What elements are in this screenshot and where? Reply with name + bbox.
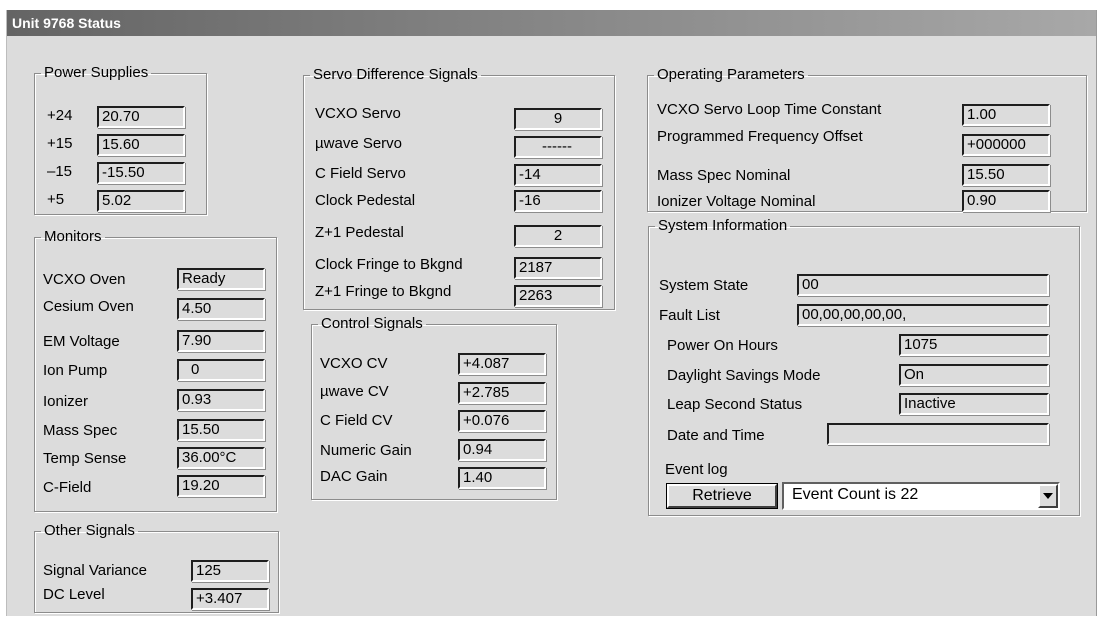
- servo-uwave-label: µwave Servo: [315, 135, 403, 152]
- control-dac-gain-value: 1.40: [458, 467, 546, 489]
- power-neg15-label: –15: [47, 163, 73, 180]
- op-ionizer-voltage-value: 0.90: [962, 190, 1050, 212]
- monitors-legend: Monitors: [44, 228, 102, 245]
- leap-second-value: Inactive: [899, 393, 1049, 415]
- op-loop-time-constant-value: 1.00: [962, 104, 1050, 126]
- control-vcxo-cv-value: +4.087: [458, 353, 546, 375]
- dc-level-label: DC Level: [43, 586, 105, 603]
- window-title: Unit 9768 Status: [7, 10, 1096, 36]
- servo-clock-pedestal-label: Clock Pedestal: [315, 192, 416, 209]
- op-freq-offset-label: Programmed Frequency Offset: [657, 128, 863, 145]
- operating-params-legend: Operating Parameters: [657, 66, 805, 83]
- servo-group: Servo Difference Signals VCXO Servo 9 µw…: [303, 67, 615, 310]
- control-uwave-cv-value: +2.785: [458, 382, 546, 404]
- servo-uwave-value: ------: [514, 136, 602, 158]
- monitor-cesium-oven-value: 4.50: [177, 298, 265, 320]
- monitor-temp-sense-value: 36.00°C: [177, 447, 265, 469]
- signal-variance-value: 125: [191, 560, 269, 582]
- power-24-value: 20.70: [97, 106, 185, 128]
- servo-legend: Servo Difference Signals: [313, 66, 478, 83]
- power-24-label: +24: [47, 107, 73, 124]
- dc-level-value: +3.407: [191, 588, 269, 610]
- unit-status-window: Unit 9768 Status Power Supplies +24 20.7…: [6, 10, 1097, 616]
- power-5-label: +5: [47, 191, 65, 208]
- control-dac-gain-label: DAC Gain: [320, 468, 388, 485]
- power-on-hours-value: 1075: [899, 334, 1049, 356]
- monitor-temp-sense-label: Temp Sense: [43, 450, 127, 467]
- power-15-value: 15.60: [97, 134, 185, 156]
- control-c-field-cv-label: C Field CV: [320, 412, 393, 429]
- servo-z1-fringe-value: 2263: [514, 285, 602, 307]
- servo-z1-pedestal-label: Z+1 Pedestal: [315, 224, 404, 241]
- leap-second-label: Leap Second Status: [667, 396, 803, 413]
- monitor-ion-pump-label: Ion Pump: [43, 362, 108, 379]
- date-time-value: [827, 423, 1049, 445]
- system-info-legend: System Information: [658, 217, 788, 234]
- control-numeric-gain-value: 0.94: [458, 439, 546, 461]
- power-neg15-value: -15.50: [97, 162, 185, 184]
- monitor-ion-pump-value: 0: [177, 359, 265, 381]
- power-5-value: 5.02: [97, 190, 185, 212]
- retrieve-button[interactable]: Retrieve: [666, 483, 778, 509]
- power-supplies-legend: Power Supplies: [44, 64, 149, 81]
- power-supplies-group: Power Supplies +24 20.70 +15 15.60 –15 -…: [34, 65, 207, 215]
- event-count-dropdown[interactable]: Event Count is 22: [782, 482, 1060, 510]
- op-loop-time-constant-label: VCXO Servo Loop Time Constant: [657, 101, 882, 118]
- operating-params-group: Operating Parameters VCXO Servo Loop Tim…: [647, 67, 1087, 212]
- servo-c-field-label: C Field Servo: [315, 165, 406, 182]
- event-log-label: Event log: [665, 461, 728, 478]
- monitor-vcxo-oven-label: VCXO Oven: [43, 271, 126, 288]
- op-mass-spec-nominal-label: Mass Spec Nominal: [657, 167, 791, 184]
- other-signals-group: Other Signals Signal Variance 125 DC Lev…: [34, 523, 279, 613]
- monitor-em-voltage-value: 7.90: [177, 330, 265, 352]
- date-time-label: Date and Time: [667, 427, 765, 444]
- dst-mode-label: Daylight Savings Mode: [667, 367, 821, 384]
- monitor-em-voltage-label: EM Voltage: [43, 333, 120, 350]
- signal-variance-label: Signal Variance: [43, 562, 147, 579]
- servo-clock-fringe-label: Clock Fringe to Bkgnd: [315, 256, 463, 273]
- op-ionizer-voltage-label: Ionizer Voltage Nominal: [657, 193, 816, 210]
- fault-list-value: 00,00,00,00,00,: [797, 304, 1049, 326]
- system-state-value: 00: [797, 274, 1049, 296]
- servo-z1-pedestal-value: 2: [514, 225, 602, 247]
- power-on-hours-label: Power On Hours: [667, 337, 778, 354]
- control-vcxo-cv-label: VCXO CV: [320, 355, 388, 372]
- monitor-vcxo-oven-value: Ready: [177, 268, 265, 290]
- op-freq-offset-value: +000000: [962, 134, 1050, 156]
- system-info-group: System Information System State 00 Fault…: [648, 218, 1080, 516]
- servo-clock-pedestal-value: -16: [514, 190, 602, 212]
- system-state-label: System State: [659, 277, 749, 294]
- servo-c-field-value: -14: [514, 164, 602, 186]
- control-uwave-cv-label: µwave CV: [320, 383, 389, 400]
- monitor-c-field-value: 19.20: [177, 475, 265, 497]
- control-numeric-gain-label: Numeric Gain: [320, 442, 412, 459]
- monitor-ionizer-label: Ionizer: [43, 393, 89, 410]
- chevron-down-icon: [1043, 493, 1053, 499]
- op-mass-spec-nominal-value: 15.50: [962, 164, 1050, 186]
- control-c-field-cv-value: +0.076: [458, 410, 546, 432]
- monitor-mass-spec-value: 15.50: [177, 419, 265, 441]
- servo-clock-fringe-value: 2187: [514, 257, 602, 279]
- monitor-cesium-oven-label: Cesium Oven: [43, 298, 134, 315]
- other-signals-legend: Other Signals: [44, 522, 135, 539]
- control-signals-group: Control Signals VCXO CV +4.087 µwave CV …: [311, 316, 557, 500]
- power-15-label: +15: [47, 135, 73, 152]
- dst-mode-value: On: [899, 364, 1049, 386]
- monitors-group: Monitors VCXO Oven Ready Cesium Oven 4.5…: [34, 229, 277, 512]
- servo-vcxo-value: 9: [514, 108, 602, 130]
- monitor-mass-spec-label: Mass Spec: [43, 422, 118, 439]
- monitor-ionizer-value: 0.93: [177, 389, 265, 411]
- monitor-c-field-label: C-Field: [43, 479, 92, 496]
- servo-z1-fringe-label: Z+1 Fringe to Bkgnd: [315, 283, 452, 300]
- control-signals-legend: Control Signals: [321, 315, 423, 332]
- fault-list-label: Fault List: [659, 307, 720, 324]
- event-count-text: Event Count is 22: [792, 486, 919, 503]
- servo-vcxo-label: VCXO Servo: [315, 105, 401, 122]
- dropdown-button[interactable]: [1038, 484, 1058, 508]
